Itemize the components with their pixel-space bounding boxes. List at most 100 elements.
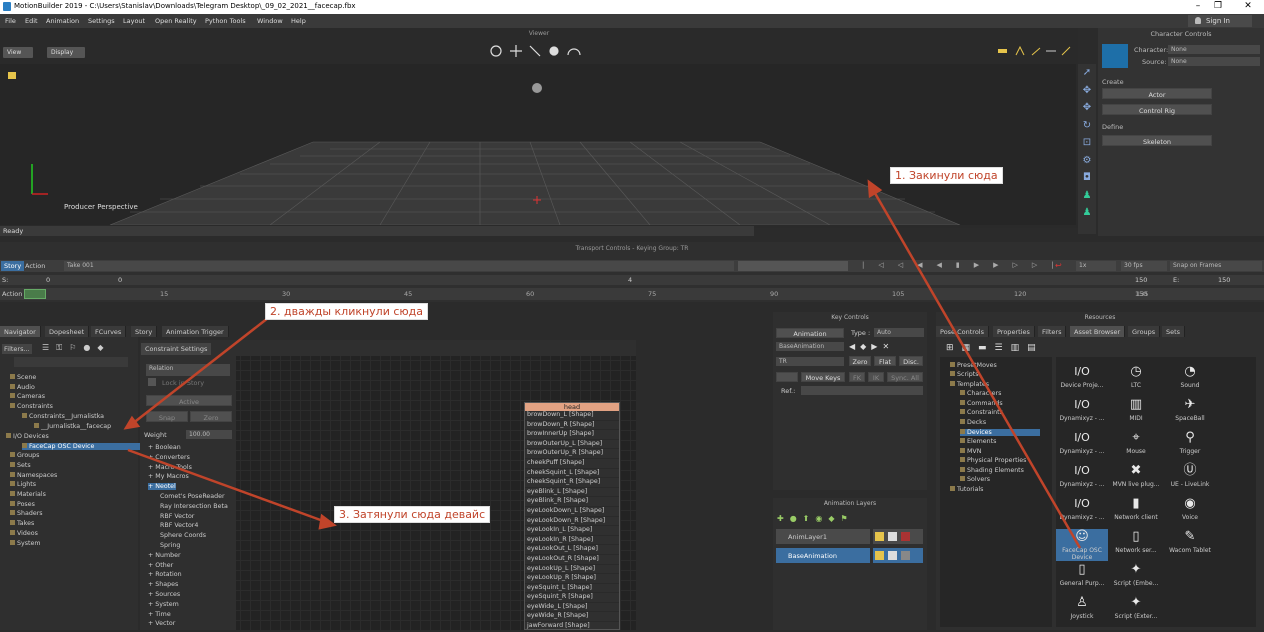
head-relation-box[interactable]: head browDown_L [Shape] browDown_R [Shape…: [524, 402, 620, 632]
character-select[interactable]: None: [1168, 45, 1260, 54]
zero-key-button[interactable]: Zero: [849, 356, 871, 366]
menu-layout[interactable]: Layout: [123, 17, 145, 25]
constraint-item[interactable]: + System: [148, 601, 179, 608]
shape-item[interactable]: cheekSquint_R [Shape]: [525, 478, 619, 488]
navigator-item[interactable]: FaceCap OSC Device: [22, 443, 142, 450]
tab-dopesheet[interactable]: Dopesheet: [45, 326, 90, 337]
tab-groups[interactable]: Groups: [1128, 326, 1161, 337]
navigator-item[interactable]: Shaders: [10, 510, 43, 517]
asset-tree-item[interactable]: Decks: [960, 419, 986, 426]
constraint-item[interactable]: Sphere Coords: [160, 532, 206, 539]
shape-item[interactable]: eyeWide_L [Shape]: [525, 603, 619, 613]
menu-window[interactable]: Window: [257, 17, 283, 25]
move-keys-button[interactable]: Move Keys: [801, 372, 845, 382]
key-nav-icons[interactable]: ◀◆▶✕: [849, 342, 894, 351]
timeline-ruler[interactable]: [0, 288, 1264, 300]
shape-item[interactable]: cheekSquint_L [Shape]: [525, 469, 619, 479]
close-icon[interactable]: ✕: [1238, 1, 1258, 11]
sign-in-button[interactable]: Sign In: [1188, 15, 1252, 27]
viewport[interactable]: Producer Perspective: [0, 64, 1076, 225]
asset-tree-item[interactable]: Templates: [950, 381, 989, 388]
asset-item[interactable]: I/O Dynamixyz - ...: [1056, 496, 1108, 521]
asset-item[interactable]: ◷ LTC: [1110, 364, 1162, 389]
asset-tree-item[interactable]: Tutorials: [950, 486, 983, 493]
asset-tree-item[interactable]: Characters: [960, 390, 1001, 397]
shape-item[interactable]: browInnerUp [Shape]: [525, 430, 619, 440]
menu-edit[interactable]: Edit: [25, 17, 38, 25]
tab-story[interactable]: Story: [131, 326, 158, 337]
display-button[interactable]: Display: [47, 47, 85, 58]
actor-button[interactable]: Actor: [1102, 88, 1212, 99]
asset-item[interactable]: ▯ General Purp...: [1056, 562, 1108, 587]
asset-tree-item[interactable]: Elements: [960, 438, 996, 445]
asset-item[interactable]: ✦ Script (Embe...: [1110, 562, 1162, 587]
asset-item[interactable]: ▥ MIDI: [1110, 397, 1162, 422]
tab-constraint-settings[interactable]: Constraint Settings: [141, 343, 212, 355]
asset-item[interactable]: I/O Device Proje...: [1056, 364, 1108, 389]
shape-item[interactable]: cheekPuff [Shape]: [525, 459, 619, 469]
constraint-item[interactable]: + My Macros: [148, 473, 189, 480]
tab-pose-controls[interactable]: Pose Controls: [936, 326, 989, 337]
lock-story-checkbox[interactable]: [148, 378, 156, 386]
constraint-item[interactable]: + Number: [148, 552, 181, 559]
view-button[interactable]: View: [3, 47, 33, 58]
asset-item[interactable]: ◔ Sound: [1164, 364, 1216, 389]
tab-fcurves[interactable]: FCurves: [91, 326, 127, 337]
menu-python-tools[interactable]: Python Tools: [205, 17, 246, 25]
constraint-item[interactable]: Spring: [160, 542, 180, 549]
constraint-item[interactable]: + Macro Tools: [148, 464, 192, 471]
anim-layer-1[interactable]: AnimLayer1: [776, 529, 870, 544]
disc-key-button[interactable]: Disc.: [899, 356, 923, 366]
viewer-transform-toolbar[interactable]: [488, 42, 588, 60]
menu-settings[interactable]: Settings: [88, 17, 115, 25]
menu-open-reality[interactable]: Open Reality: [155, 17, 197, 25]
menu-animation[interactable]: Animation: [46, 17, 79, 25]
constraint-item[interactable]: + Neotel: [148, 483, 176, 491]
control-rig-button[interactable]: Control Rig: [1102, 104, 1212, 115]
asset-item[interactable]: I/O Dynamixyz - ...: [1056, 397, 1108, 422]
tab-navigator[interactable]: Navigator: [0, 326, 41, 337]
asset-item[interactable]: ◉ Voice: [1164, 496, 1216, 521]
asset-tree-item[interactable]: Solvers: [960, 476, 990, 483]
snap-select[interactable]: Snap on Frames: [1170, 261, 1262, 271]
flat-key-button[interactable]: Flat: [874, 356, 896, 366]
asset-item[interactable]: I/O Dynamixyz - ...: [1056, 430, 1108, 455]
constraint-item[interactable]: + Boolean: [148, 444, 181, 451]
filters-button[interactable]: Filters...: [2, 344, 32, 354]
shape-item[interactable]: eyeLookIn_R [Shape]: [525, 536, 619, 546]
asset-tree-item[interactable]: Devices: [960, 429, 1040, 436]
asset-item[interactable]: ☺ FaceCap OSC Device: [1056, 529, 1108, 561]
asset-tree-item[interactable]: Constraints: [960, 409, 1003, 416]
constraint-item[interactable]: + Sources: [148, 591, 180, 598]
menu-file[interactable]: File: [5, 17, 16, 25]
asset-tree-item[interactable]: MVN: [960, 448, 981, 455]
asset-item[interactable]: ▯ Network ser...: [1110, 529, 1162, 554]
shape-item[interactable]: eyeBlink_L [Shape]: [525, 488, 619, 498]
tab-asset-browser[interactable]: Asset Browser: [1070, 326, 1126, 337]
navigator-item[interactable]: Audio: [10, 384, 35, 391]
type-select[interactable]: Auto: [874, 328, 924, 337]
asset-item[interactable]: Ⓤ UE - LiveLink: [1164, 463, 1216, 488]
tr-select[interactable]: TR: [776, 357, 844, 366]
key-color-button[interactable]: [776, 372, 798, 382]
shape-item[interactable]: eyeSquint_L [Shape]: [525, 584, 619, 594]
active-button[interactable]: Active: [146, 395, 232, 406]
navigator-item[interactable]: Materials: [10, 491, 46, 498]
constraint-item[interactable]: + Converters: [148, 454, 190, 461]
speed-select[interactable]: 1x: [1076, 261, 1116, 271]
navigator-item[interactable]: Constraints: [10, 403, 53, 410]
tab-properties[interactable]: Properties: [993, 326, 1035, 337]
anim-layer-1-controls[interactable]: [873, 529, 923, 544]
source-select[interactable]: None: [1168, 57, 1260, 66]
navigator-toolbar-icons[interactable]: ☰⚿⚐●◆: [42, 343, 111, 353]
range-start-value[interactable]: 0: [118, 276, 122, 284]
shape-item[interactable]: browOuterUp_L [Shape]: [525, 440, 619, 450]
navigator-item[interactable]: Sets: [10, 462, 31, 469]
zero-button[interactable]: Zero: [190, 411, 232, 422]
asset-item[interactable]: ✈ SpaceBall: [1164, 397, 1216, 422]
menu-help[interactable]: Help: [291, 17, 306, 25]
constraint-item[interactable]: + Shapes: [148, 581, 178, 588]
minimize-icon[interactable]: –: [1188, 1, 1208, 11]
asset-item[interactable]: ♙ Joystick: [1056, 595, 1108, 620]
navigator-item[interactable]: I/O Devices: [6, 433, 49, 440]
